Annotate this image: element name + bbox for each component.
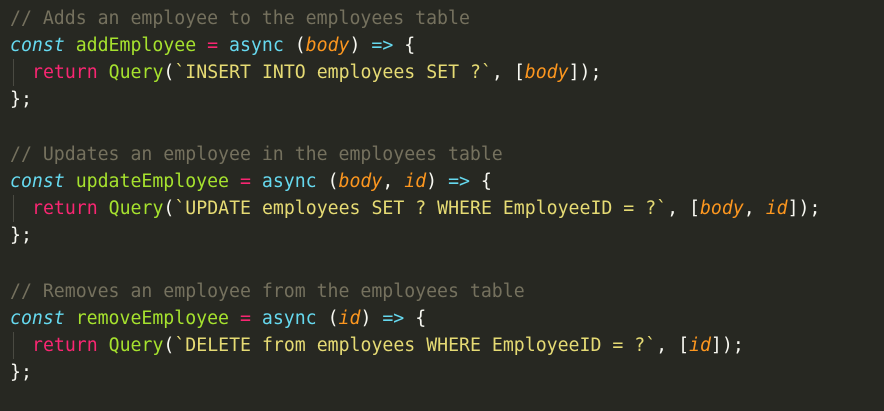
close-brace: }; <box>10 225 32 246</box>
code-comment-line: // Adds an employee to the employees tab… <box>10 5 470 32</box>
array-argument: body <box>524 62 569 83</box>
assign-operator: = <box>239 308 251 329</box>
parameter: body <box>305 35 350 56</box>
sql-string: `UPDATE employees SET ? WHERE EmployeeID… <box>174 198 668 219</box>
function-name: updateEmployee <box>75 171 230 192</box>
sql-string: `INSERT INTO employees SET ?` <box>174 62 492 83</box>
arrow-operator: => <box>448 171 470 192</box>
open-brace: { <box>415 308 427 329</box>
return-statement-line: return Query(`DELETE from employees WHER… <box>10 332 744 359</box>
query-function: Query <box>108 198 164 219</box>
arg-comma: , <box>491 62 503 83</box>
array-close-bracket: ] <box>568 62 580 83</box>
open-paren: ( <box>327 171 339 192</box>
call-end: ); <box>579 62 602 83</box>
code-comment-line: // Updates an employee in the employees … <box>10 141 503 168</box>
async-keyword: async <box>229 35 284 56</box>
function-declaration-line: const addEmployee = async (body) => { <box>10 32 415 59</box>
code-comment: // Adds an employee to the employees tab… <box>10 8 470 29</box>
parameter: id <box>338 308 361 329</box>
function-name: addEmployee <box>75 35 197 56</box>
open-brace: { <box>404 35 416 56</box>
code-editor[interactable]: // Adds an employee to the employees tab… <box>0 0 884 411</box>
parameter: id <box>404 171 427 192</box>
array-close-bracket: ] <box>710 335 722 356</box>
const-keyword: const <box>10 35 65 56</box>
open-paren: ( <box>294 35 306 56</box>
call-open-paren: ( <box>163 335 175 356</box>
function-declaration-line: const updateEmployee = async (body, id) … <box>10 168 492 195</box>
assign-operator: = <box>239 171 251 192</box>
arrow-operator: => <box>371 35 394 56</box>
param-separator: , <box>382 171 394 192</box>
array-open-bracket: [ <box>513 62 525 83</box>
close-paren: ) <box>349 35 361 56</box>
call-end: ); <box>798 198 821 219</box>
close-brace: }; <box>10 89 32 110</box>
array-open-bracket: [ <box>678 335 690 356</box>
array-argument: body <box>699 198 744 219</box>
array-argument: id <box>765 198 788 219</box>
call-open-paren: ( <box>163 62 175 83</box>
return-keyword: return <box>32 62 98 83</box>
close-brace: }; <box>10 362 32 383</box>
close-paren: ) <box>426 171 438 192</box>
call-open-paren: ( <box>163 198 175 219</box>
parameter: body <box>338 171 383 192</box>
sql-string: `DELETE from employees WHERE EmployeeID … <box>174 335 657 356</box>
query-function: Query <box>108 335 164 356</box>
open-paren: ( <box>327 308 339 329</box>
const-keyword: const <box>10 171 65 192</box>
arrow-operator: => <box>382 308 405 329</box>
query-function: Query <box>108 62 164 83</box>
array-close-bracket: ] <box>787 198 799 219</box>
const-keyword: const <box>10 308 65 329</box>
code-comment: // Removes an employee from the employee… <box>10 281 525 302</box>
return-keyword: return <box>32 198 98 219</box>
assign-operator: = <box>207 35 219 56</box>
code-comment: // Updates an employee in the employees … <box>10 144 503 165</box>
open-brace: { <box>480 171 492 192</box>
return-keyword: return <box>32 335 98 356</box>
close-paren: ) <box>360 308 372 329</box>
array-open-bracket: [ <box>689 198 700 219</box>
arg-comma: , <box>656 335 668 356</box>
async-keyword: async <box>261 171 317 192</box>
block-close-line: }; <box>10 222 32 249</box>
function-name: removeEmployee <box>75 308 230 329</box>
return-statement-line: return Query(`INSERT INTO employees SET … <box>10 59 601 86</box>
async-keyword: async <box>261 308 317 329</box>
function-declaration-line: const removeEmployee = async (id) => { <box>10 305 426 332</box>
code-comment-line: // Removes an employee from the employee… <box>10 278 525 305</box>
array-argument: id <box>689 335 711 356</box>
block-close-line: }; <box>10 359 32 386</box>
arg-comma: , <box>667 198 679 219</box>
return-statement-line: return Query(`UPDATE employees SET ? WHE… <box>10 195 820 222</box>
array-separator: , <box>743 198 755 219</box>
block-close-line: }; <box>10 86 32 113</box>
call-end: ); <box>721 335 744 356</box>
